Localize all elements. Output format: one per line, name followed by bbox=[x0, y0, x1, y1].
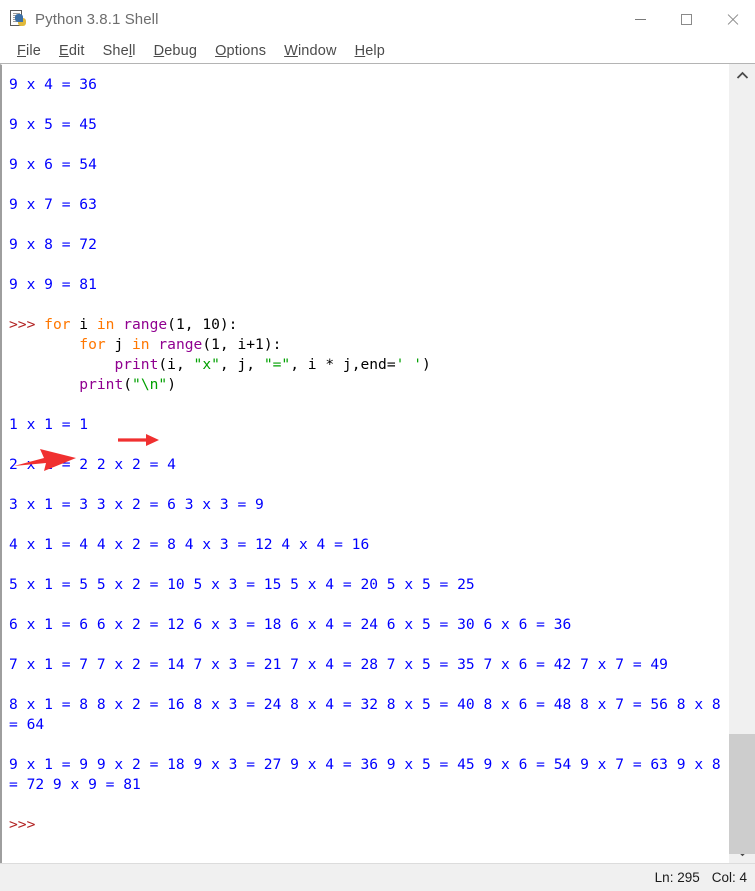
menu-item-debug[interactable]: Debug bbox=[145, 43, 206, 59]
status-line-number: Ln: 295 bbox=[654, 870, 700, 885]
menu-bar: File Edit Shell Debug Options Window Hel… bbox=[0, 38, 755, 63]
close-icon bbox=[726, 13, 739, 26]
minimize-button[interactable] bbox=[617, 0, 663, 38]
close-button[interactable] bbox=[709, 0, 755, 38]
menu-item-options[interactable]: Options bbox=[206, 43, 275, 59]
shell-body: 9 x 4 = 36 9 x 5 = 45 9 x 6 = 54 9 x 7 =… bbox=[0, 63, 755, 863]
maximize-button[interactable] bbox=[663, 0, 709, 38]
minimize-icon bbox=[634, 18, 646, 20]
window-title: Python 3.8.1 Shell bbox=[35, 10, 159, 28]
menu-item-window[interactable]: Window bbox=[275, 43, 345, 59]
window-controls bbox=[617, 0, 755, 38]
status-column-number: Col: 4 bbox=[711, 870, 747, 885]
menu-item-help[interactable]: Help bbox=[346, 43, 394, 59]
status-bar: Ln: 295 Col: 4 bbox=[0, 863, 755, 891]
shell-transcript: 9 x 4 = 36 9 x 5 = 45 9 x 6 = 54 9 x 7 =… bbox=[9, 76, 721, 833]
menu-item-shell[interactable]: Shell bbox=[94, 43, 145, 59]
menu-item-edit[interactable]: Edit bbox=[50, 43, 94, 59]
shell-text-area[interactable]: 9 x 4 = 36 9 x 5 = 45 9 x 6 = 54 9 x 7 =… bbox=[0, 64, 728, 863]
maximize-icon bbox=[680, 13, 692, 25]
scroll-up-button[interactable] bbox=[729, 64, 755, 86]
vertical-scrollbar[interactable] bbox=[728, 64, 755, 863]
chevron-up-icon bbox=[736, 71, 748, 79]
scrollbar-track[interactable] bbox=[728, 86, 755, 854]
menu-item-file[interactable]: File bbox=[8, 43, 50, 59]
python-idle-icon bbox=[9, 10, 27, 28]
scrollbar-thumb[interactable] bbox=[728, 734, 755, 854]
idle-shell-window: Python 3.8.1 Shell File Edit Shell Debug… bbox=[0, 0, 755, 891]
title-bar: Python 3.8.1 Shell bbox=[0, 0, 755, 38]
